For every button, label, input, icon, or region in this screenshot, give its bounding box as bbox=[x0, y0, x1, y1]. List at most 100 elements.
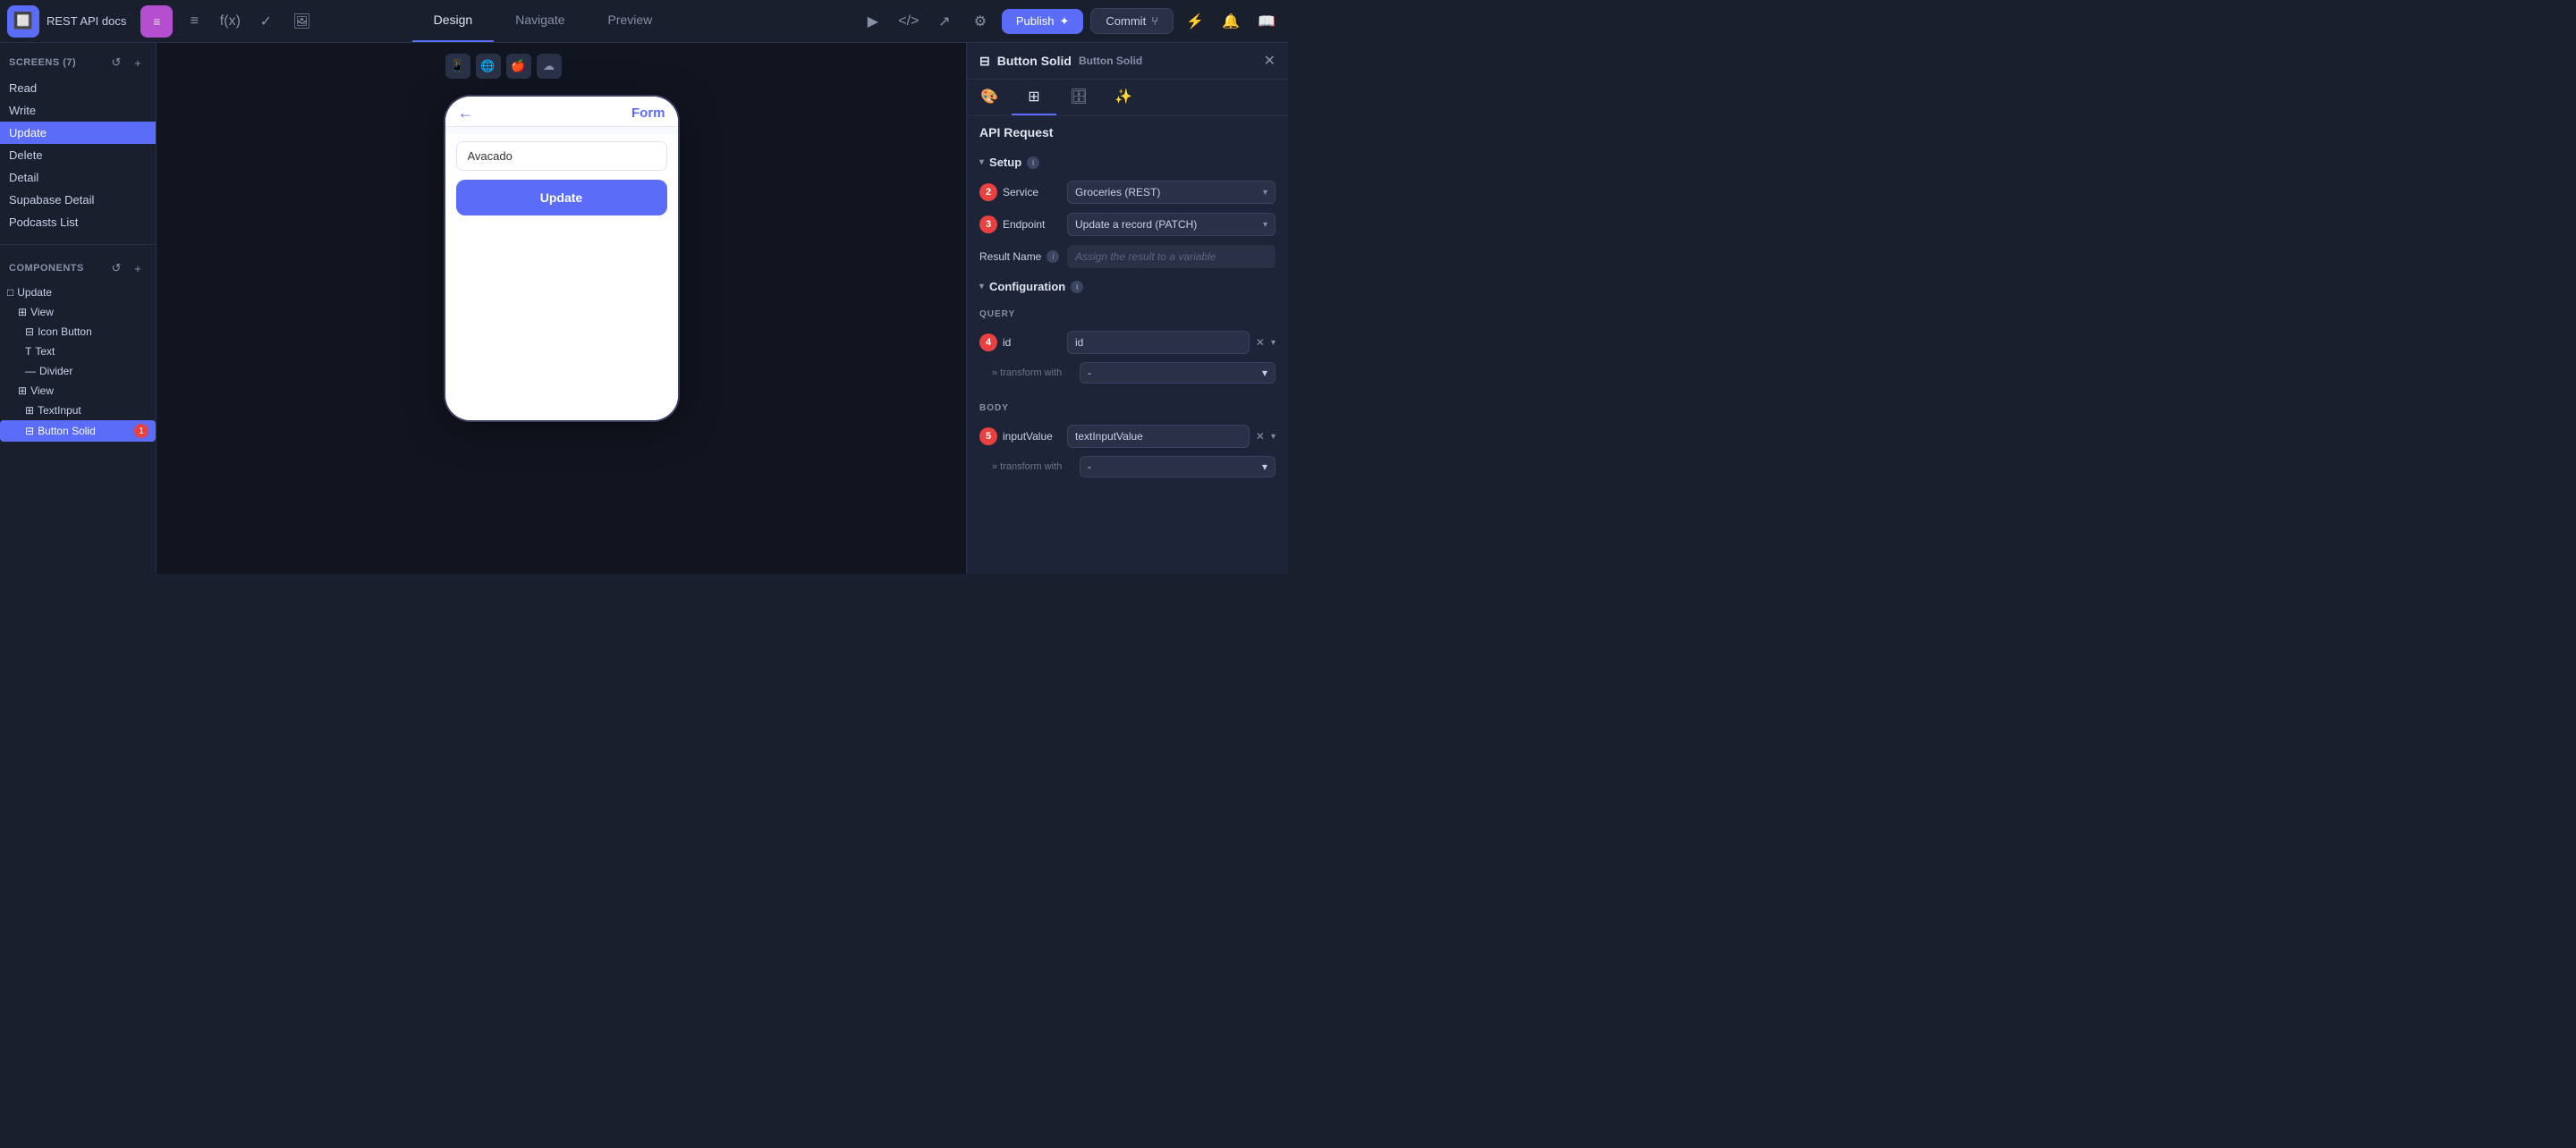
left-sidebar: Screens (7) ↺ + Read Write Update Delete… bbox=[0, 43, 157, 574]
body-input-value-arrow[interactable]: ▾ bbox=[1271, 432, 1275, 442]
setup-section-toggle[interactable]: ▾ Setup i bbox=[967, 148, 1288, 176]
canvas-web-btn[interactable]: 🌐 bbox=[476, 54, 501, 79]
tab-navigate[interactable]: Navigate bbox=[494, 0, 586, 42]
panel-tabs: 🎨 ⊞ 🗄 ✨ bbox=[967, 80, 1288, 116]
check-icon[interactable]: ✓ bbox=[251, 7, 280, 36]
comp-update[interactable]: □ Update bbox=[0, 283, 156, 302]
canvas-apple-btn[interactable]: 🍎 bbox=[506, 54, 531, 79]
settings-button[interactable]: ⚙ bbox=[966, 7, 995, 36]
export-button[interactable]: ↗ bbox=[930, 7, 959, 36]
screens-add-icon[interactable]: + bbox=[129, 54, 147, 72]
body-transform-select[interactable]: - ▾ bbox=[1080, 456, 1275, 477]
query-id-label-text: id bbox=[1003, 336, 1011, 349]
sidebar-item-delete[interactable]: Delete bbox=[0, 144, 156, 166]
sidebar-item-write[interactable]: Write bbox=[0, 99, 156, 122]
device-frame: ← Form Update bbox=[445, 97, 678, 420]
publish-button[interactable]: Publish ✦ bbox=[1002, 9, 1084, 34]
device-back-btn[interactable]: ← bbox=[458, 104, 474, 122]
device-update-btn[interactable]: Update bbox=[456, 180, 667, 215]
app-logo: 🔲 bbox=[7, 5, 39, 38]
play-button[interactable]: ▶ bbox=[859, 7, 887, 36]
body-input-value-step-badge: 5 bbox=[979, 427, 997, 445]
comp-view-1[interactable]: ⊞ View bbox=[0, 302, 156, 322]
comp-divider-label: Divider bbox=[39, 365, 72, 377]
publish-icon: ✦ bbox=[1060, 14, 1070, 29]
components-history-icon[interactable]: ↺ bbox=[107, 259, 125, 277]
endpoint-label: 3 Endpoint bbox=[979, 215, 1060, 233]
comp-button-solid[interactable]: ⊟ Button Solid 1 bbox=[0, 420, 156, 442]
device-text-input[interactable] bbox=[456, 141, 667, 171]
function-icon[interactable]: f(x) bbox=[216, 7, 244, 36]
commit-button[interactable]: Commit ⑂ bbox=[1090, 8, 1174, 34]
query-transform-select[interactable]: - ▾ bbox=[1080, 362, 1275, 384]
query-id-arrow[interactable]: ▾ bbox=[1271, 338, 1275, 348]
comp-divider[interactable]: — Divider bbox=[0, 361, 156, 381]
sidebar-item-supabase-detail[interactable]: Supabase Detail bbox=[0, 189, 156, 211]
tab-preview[interactable]: Preview bbox=[587, 0, 674, 42]
notification-button[interactable]: 🔔 bbox=[1216, 7, 1245, 36]
tab-design[interactable]: Design bbox=[412, 0, 495, 42]
body-input-value-label-text: inputValue bbox=[1003, 430, 1053, 443]
query-id-clear-btn[interactable]: ✕ bbox=[1253, 336, 1267, 349]
sidebar-item-detail[interactable]: Detail bbox=[0, 166, 156, 189]
book-button[interactable]: 📖 bbox=[1252, 7, 1281, 36]
config-chevron: ▾ bbox=[979, 282, 984, 291]
service-select[interactable]: Groceries (REST) ▾ bbox=[1067, 181, 1275, 204]
setup-info-icon[interactable]: i bbox=[1027, 156, 1039, 169]
panel-tab-magic[interactable]: ✨ bbox=[1101, 80, 1146, 115]
query-transform-arrow: ▾ bbox=[1262, 367, 1267, 379]
components-section: Components ↺ + □ Update ⊞ View ⊟ Icon Bu… bbox=[0, 249, 156, 449]
components-title: Components bbox=[9, 263, 84, 274]
right-panel: ⊟ Button Solid Button Solid ✕ 🎨 ⊞ 🗄 ✨ AP… bbox=[966, 43, 1288, 574]
query-transform-row: » transform with - ▾ bbox=[967, 359, 1288, 387]
comp-update-label: Update bbox=[17, 286, 52, 299]
endpoint-select[interactable]: Update a record (PATCH) ▾ bbox=[1067, 213, 1275, 236]
panel-tab-data[interactable]: ⊞ bbox=[1012, 80, 1056, 115]
comp-text-input-label: TextInput bbox=[38, 404, 81, 417]
comp-text-input[interactable]: ⊞ TextInput bbox=[0, 401, 156, 420]
sidebar-item-update[interactable]: Update bbox=[0, 122, 156, 144]
components-header-icons: ↺ + bbox=[107, 259, 147, 277]
sidebar-item-read[interactable]: Read bbox=[0, 77, 156, 99]
panel-close-btn[interactable]: ✕ bbox=[1264, 52, 1275, 70]
body-input-value-row: 5 inputValue textInputValue ✕ ▾ bbox=[967, 420, 1288, 452]
screens-history-icon[interactable]: ↺ bbox=[107, 54, 125, 72]
comp-text[interactable]: T Text bbox=[0, 342, 156, 361]
endpoint-step-badge: 3 bbox=[979, 215, 997, 233]
stack-icon[interactable]: ≡ bbox=[140, 5, 173, 38]
result-name-label-text: Result Name bbox=[979, 250, 1041, 263]
service-value: Groceries (REST) bbox=[1075, 186, 1160, 198]
commit-icon: ⑂ bbox=[1151, 14, 1158, 28]
sidebar-item-podcasts-list[interactable]: Podcasts List bbox=[0, 211, 156, 233]
comp-icon-button[interactable]: ⊟ Icon Button bbox=[0, 322, 156, 342]
lightning-button[interactable]: ⚡ bbox=[1181, 7, 1209, 36]
device-content: Update bbox=[445, 134, 678, 420]
panel-tab-style[interactable]: 🎨 bbox=[967, 80, 1012, 115]
comp-icon-button-label: Icon Button bbox=[38, 325, 92, 338]
device-divider bbox=[445, 126, 678, 127]
comp-view-2[interactable]: ⊞ View bbox=[0, 381, 156, 401]
config-section-toggle[interactable]: ▾ Configuration i bbox=[967, 273, 1288, 300]
canvas-cloud-btn[interactable]: ☁ bbox=[537, 54, 562, 79]
body-input-value-clear-btn[interactable]: ✕ bbox=[1253, 430, 1267, 443]
screens-section: Screens (7) ↺ + Read Write Update Delete… bbox=[0, 43, 156, 241]
commit-label: Commit bbox=[1106, 14, 1146, 28]
panel-tab-db[interactable]: 🗄 bbox=[1056, 80, 1101, 115]
query-label: QUERY bbox=[979, 304, 1275, 323]
canvas: 📱 🌐 🍎 ☁ ← Form Update bbox=[157, 43, 966, 574]
comp-icon-button-icon: ⊟ bbox=[25, 325, 34, 338]
query-id-select[interactable]: id bbox=[1067, 331, 1250, 354]
query-transform-label: » transform with bbox=[992, 367, 1072, 378]
api-panel: API Request ▾ Setup i 2 Service Grocerie… bbox=[967, 116, 1288, 481]
components-add-icon[interactable]: + bbox=[129, 259, 147, 277]
db-icon[interactable]: ≡ bbox=[180, 7, 208, 36]
body-input-value-select[interactable]: textInputValue bbox=[1067, 425, 1250, 448]
result-name-input[interactable]: Assign the result to a variable bbox=[1067, 245, 1275, 268]
canvas-phone-btn[interactable]: 📱 bbox=[445, 54, 470, 79]
config-info-icon[interactable]: i bbox=[1071, 281, 1083, 293]
code-button[interactable]: </> bbox=[894, 7, 923, 36]
service-row: 2 Service Groceries (REST) ▾ bbox=[967, 176, 1288, 208]
image-icon[interactable]: 🖼 bbox=[287, 7, 316, 36]
result-name-info-icon[interactable]: i bbox=[1046, 250, 1059, 263]
comp-text-icon: T bbox=[25, 345, 31, 358]
